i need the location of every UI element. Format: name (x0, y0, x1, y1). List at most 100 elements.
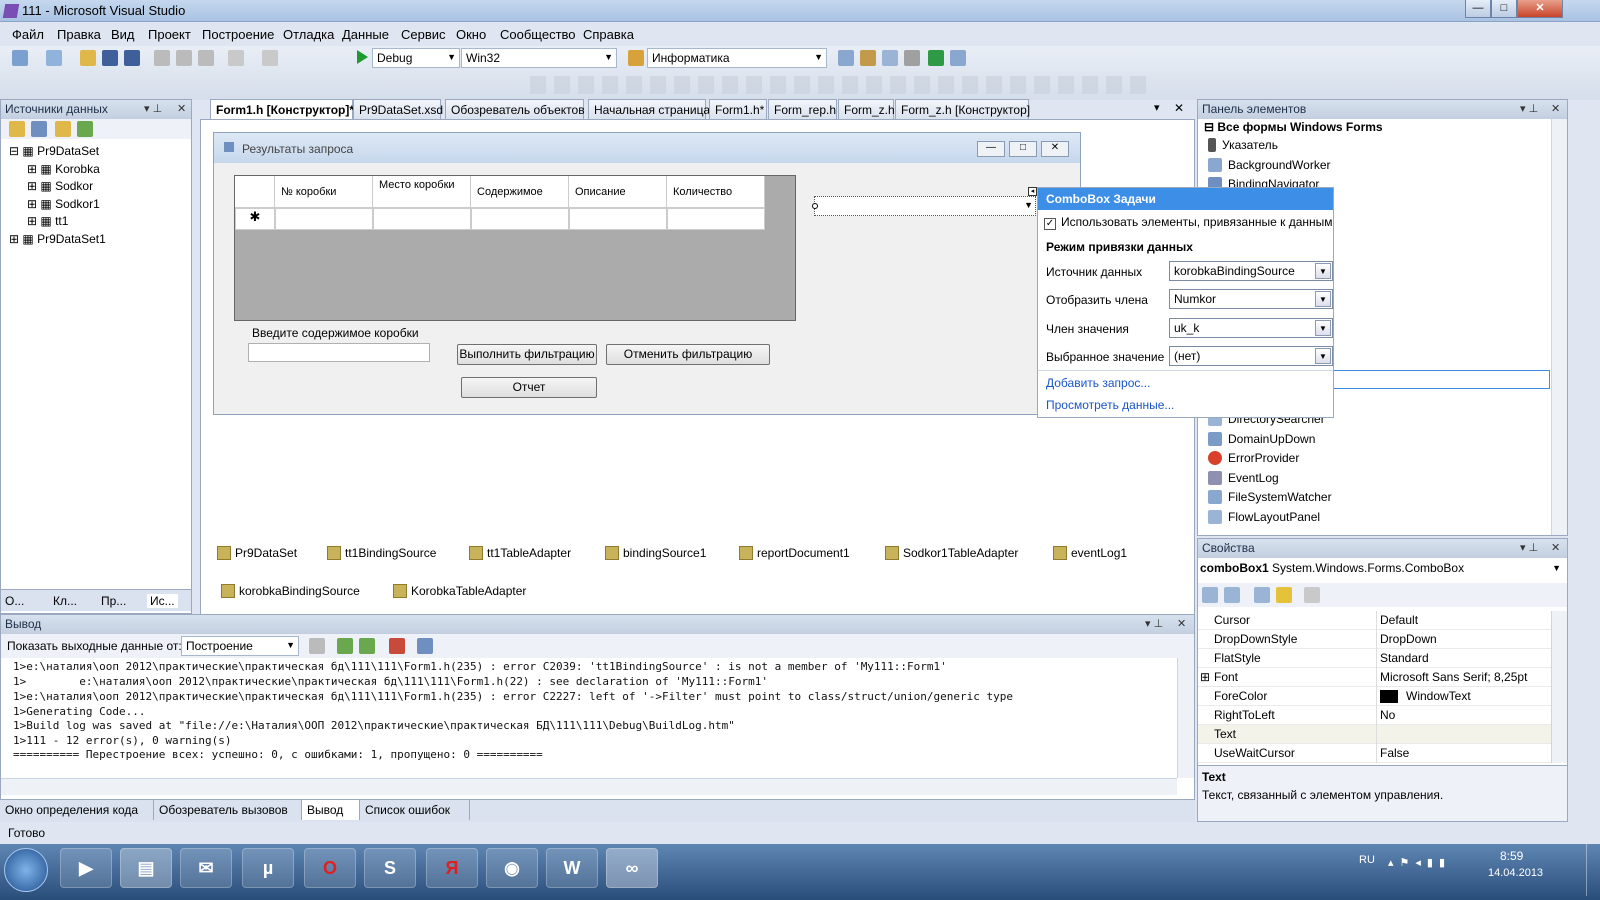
add-query-link[interactable]: Добавить запрос... (1046, 376, 1150, 390)
toolbox-item-backgroundworker[interactable]: BackgroundWorker (1208, 158, 1331, 172)
tab-form-rep[interactable]: Form_rep.h (768, 99, 837, 119)
tab-class-view[interactable]: Кл... (53, 594, 77, 608)
toolbox-item-filesystemwatcher[interactable]: FileSystemWatcher (1208, 490, 1332, 504)
refresh-icon[interactable] (77, 121, 93, 137)
apply-filter-button[interactable]: Выполнить фильтрацию (457, 344, 597, 365)
clear-all-icon[interactable] (389, 638, 405, 654)
grid-cell[interactable] (569, 208, 667, 230)
grid-column-header[interactable]: Место коробки (373, 176, 471, 208)
tree-node-pr9dataset1[interactable]: ⊞ ▦ Pr9DataSet1 (9, 232, 106, 246)
properties-scrollbar[interactable] (1551, 611, 1567, 763)
pin-icon[interactable]: ▾ ⊥ (1520, 102, 1538, 115)
yandex-icon[interactable]: Я (426, 848, 478, 888)
property-row-dropdownstyle[interactable]: DropDownStyle DropDown (1198, 630, 1551, 649)
value-member-dropdown[interactable]: uk_k ▼ (1169, 318, 1333, 338)
grid-column-header[interactable]: № коробки (275, 176, 373, 208)
property-pages-icon[interactable] (1304, 587, 1320, 603)
tab-pr9dataset-xsd[interactable]: Pr9DataSet.xsd (353, 99, 443, 119)
close-icon[interactable]: ✕ (1551, 541, 1560, 554)
toolbox-item-domainupdown[interactable]: DomainUpDown (1208, 432, 1315, 446)
grid-cell[interactable] (373, 208, 471, 230)
clock-time[interactable]: 8:59 (1500, 849, 1523, 863)
component-korobkatableadapter[interactable]: KorobkaTableAdapter (393, 584, 526, 598)
output-source-dropdown[interactable]: Построение ▼ (181, 636, 299, 656)
use-databound-checkbox[interactable]: ✓ Использовать элементы, привязанные к да… (1044, 215, 1333, 230)
start-button[interactable] (4, 848, 48, 892)
property-row-forecolor[interactable]: ForeColor WindowText (1198, 687, 1551, 706)
toolbox-item-errorprovider[interactable]: ErrorProvider (1208, 451, 1299, 465)
next-message-icon[interactable] (359, 638, 375, 654)
word-icon[interactable]: W (546, 848, 598, 888)
tree-node-sodkor1[interactable]: ⊞ ▦ Sodkor1 (27, 197, 100, 211)
edit-dataset-icon[interactable] (31, 121, 47, 137)
tree-node-tt1[interactable]: ⊞ ▦ tt1 (27, 214, 68, 228)
explorer-icon[interactable]: ▤ (120, 848, 172, 888)
tab-form-z-designer[interactable]: Form_z.h [Конструктор] (895, 99, 1030, 119)
component-korobkabindingsource[interactable]: korobkaBindingSource (221, 584, 360, 598)
show-desktop-button[interactable] (1586, 844, 1598, 896)
tab-property-manager[interactable]: Пр... (101, 594, 126, 608)
property-row-usewaitcursor[interactable]: UseWaitCursor False (1198, 744, 1551, 763)
component-tt1tableadapter[interactable]: tt1TableAdapter (469, 546, 571, 560)
tab-code-definition[interactable]: Окно определения кода (0, 800, 154, 820)
close-icon[interactable]: ✕ (1174, 101, 1184, 115)
find-message-icon[interactable] (309, 638, 325, 654)
media-player-icon[interactable]: ▶ (60, 848, 112, 888)
visual-studio-taskbar-icon[interactable]: ∞ (606, 848, 658, 888)
menu-edit[interactable]: Правка (57, 27, 101, 42)
layout-toolbar[interactable] (530, 76, 1150, 94)
selected-value-dropdown[interactable]: (нет) ▼ (1169, 346, 1333, 366)
menu-help[interactable]: Справка (583, 27, 634, 42)
properties-object-selector[interactable]: comboBox1 System.Windows.Forms.ComboBox ▼ (1200, 561, 1565, 581)
object-browser-icon[interactable] (882, 50, 898, 66)
new-project-icon[interactable] (12, 50, 28, 66)
tab-error-list[interactable]: Список ошибок (360, 800, 470, 820)
categorized-icon[interactable] (1202, 587, 1218, 603)
toolbox-group[interactable]: ⊟ Все формы Windows Forms (1204, 120, 1383, 134)
cut-icon[interactable] (154, 50, 170, 66)
tab-solution[interactable]: О... (5, 594, 24, 608)
save-all-icon[interactable] (124, 50, 140, 66)
start-debug-icon[interactable] (357, 50, 368, 64)
grid-cell[interactable] (471, 208, 569, 230)
open-icon[interactable] (80, 50, 96, 66)
toolbox-icon[interactable] (904, 50, 920, 66)
filter-input[interactable] (248, 343, 430, 362)
menu-tools[interactable]: Сервис (401, 27, 446, 42)
tab-form1-h[interactable]: Form1.h* (709, 99, 767, 119)
grid-cell[interactable] (667, 208, 765, 230)
configure-icon[interactable] (55, 121, 71, 137)
component-bindingsource1[interactable]: bindingSource1 (605, 546, 706, 560)
copy-icon[interactable] (176, 50, 192, 66)
toolbox-scrollbar[interactable] (1551, 119, 1567, 535)
display-member-dropdown[interactable]: Numkor ▼ (1169, 289, 1333, 309)
paste-icon[interactable] (198, 50, 214, 66)
menu-file[interactable]: Файл (12, 27, 44, 42)
mail-icon[interactable]: ✉ (180, 848, 232, 888)
grid-column-header[interactable]: Количество (667, 176, 765, 208)
property-row-text[interactable]: Text (1198, 725, 1551, 744)
maximize-button[interactable]: □ (1491, 0, 1517, 18)
smart-tag-glyph-icon[interactable]: ◂ (1028, 187, 1037, 196)
pin-icon[interactable]: ▾ ⊥ (1520, 541, 1538, 554)
property-row-font[interactable]: ⊞ Font Microsoft Sans Serif; 8,25pt (1198, 668, 1551, 687)
menu-debug[interactable]: Отладка (283, 27, 334, 42)
close-icon[interactable]: ✕ (1551, 102, 1560, 115)
tree-node-korobka[interactable]: ⊞ ▦ Korobka (27, 162, 100, 176)
grid-column-header[interactable]: Описание (569, 176, 667, 208)
property-row-flatstyle[interactable]: FlatStyle Standard (1198, 649, 1551, 668)
toolbox-item-pointer[interactable]: Указатель (1208, 138, 1278, 152)
pin-icon[interactable]: ▾ ⊥ (1145, 617, 1163, 630)
platform-dropdown[interactable]: Win32 ▼ (461, 48, 617, 68)
opera-icon[interactable]: O (304, 848, 356, 888)
solution-search-dropdown[interactable]: Информатика ▼ (647, 48, 827, 68)
component-sodkor1tableadapter[interactable]: Sodkor1TableAdapter (885, 546, 1018, 560)
tab-start-page[interactable]: Начальная страница (588, 99, 710, 119)
grid-cell[interactable] (275, 208, 373, 230)
config-dropdown[interactable]: Debug ▼ (372, 48, 460, 68)
menu-window[interactable]: Окно (456, 27, 486, 42)
clock-date[interactable]: 14.04.2013 (1488, 867, 1543, 879)
undo-icon[interactable] (228, 50, 244, 66)
add-item-icon[interactable] (46, 50, 62, 66)
events-icon[interactable] (1276, 587, 1292, 603)
